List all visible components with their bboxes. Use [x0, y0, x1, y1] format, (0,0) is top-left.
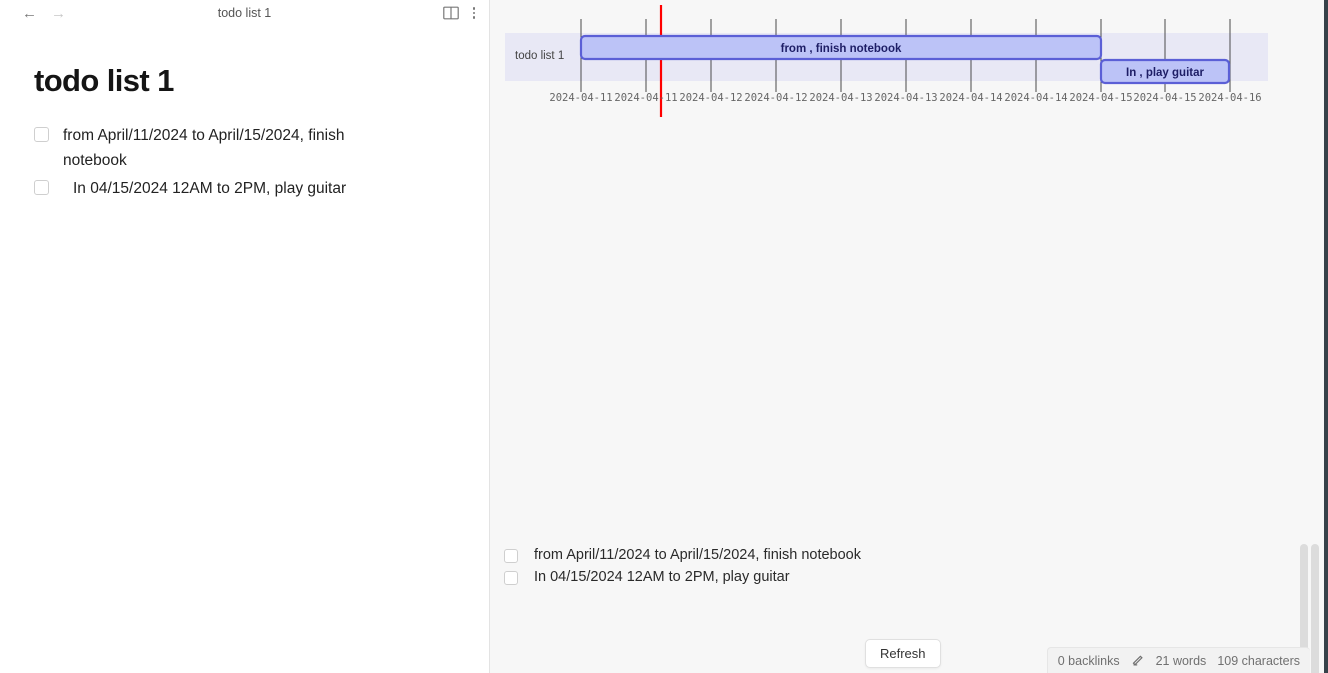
task-checkbox[interactable]	[504, 549, 518, 563]
right-preview-pane: todo list 1 from , finish notebook In , …	[490, 0, 1328, 673]
task-label: In 04/15/2024 12AM to 2PM, play guitar	[73, 180, 347, 198]
task-checkbox[interactable]	[34, 180, 49, 196]
book-icon[interactable]	[442, 6, 459, 20]
gantt-chart: todo list 1 from , finish notebook In , …	[490, 0, 1310, 140]
gantt-axis-ticks: 2024-04-11 2024-04-11 2024-04-12 2024-04…	[549, 92, 1261, 104]
list-item[interactable]: In 04/15/2024 12AM to 2PM, play guitar	[34, 177, 453, 201]
forward-arrow-icon[interactable]: →	[51, 6, 66, 21]
left-pane-tab-title: todo list 1	[217, 6, 272, 20]
axis-tick-label: 2024-04-14	[939, 92, 1002, 104]
left-editor-pane: ← → todo list 1 todo list 1 from April/1…	[0, 0, 490, 673]
more-options-icon[interactable]	[472, 7, 475, 19]
refresh-button[interactable]: Refresh	[865, 639, 941, 668]
gantt-bar-label-1: from , finish notebook	[781, 43, 902, 55]
axis-tick-label: 2024-04-11	[614, 92, 677, 104]
axis-tick-label: 2024-04-11	[549, 92, 612, 104]
task-label: from April/11/2024 to April/15/2024, fin…	[534, 547, 862, 564]
axis-tick-label: 2024-04-13	[874, 92, 937, 104]
left-pane-header: ← → todo list 1	[0, 0, 489, 26]
axis-tick-label: 2024-04-14	[1004, 92, 1067, 104]
backlinks-count[interactable]: 0 backlinks	[1058, 654, 1120, 668]
task-label: In 04/15/2024 12AM to 2PM, play guitar	[534, 569, 790, 586]
gantt-svg: todo list 1 from , finish notebook In , …	[505, 5, 1268, 117]
list-item[interactable]: from April/11/2024 to April/15/2024, fin…	[504, 545, 861, 567]
axis-tick-label: 2024-04-16	[1198, 92, 1261, 104]
task-label: from April/11/2024 to April/15/2024, fin…	[63, 127, 345, 169]
embedded-task-list: from April/11/2024 to April/15/2024, fin…	[504, 545, 861, 589]
task-list: from April/11/2024 to April/15/2024, fin…	[34, 124, 453, 201]
list-item[interactable]: from April/11/2024 to April/15/2024, fin…	[34, 124, 453, 173]
gantt-bar-label-2: In , play guitar	[1126, 67, 1204, 79]
gantt-section-label: todo list 1	[515, 50, 564, 62]
document-body: todo list 1 from April/11/2024 to April/…	[0, 26, 489, 202]
list-item[interactable]: In 04/15/2024 12AM to 2PM, play guitar	[504, 567, 861, 589]
task-checkbox[interactable]	[504, 571, 518, 585]
navigation-arrows: ← →	[22, 6, 66, 21]
axis-tick-label: 2024-04-13	[809, 92, 872, 104]
character-count: 109 characters	[1217, 653, 1300, 668]
pencil-icon[interactable]	[1131, 652, 1145, 669]
axis-tick-label: 2024-04-12	[679, 92, 742, 104]
word-count: 21 words	[1155, 653, 1207, 668]
task-checkbox[interactable]	[34, 127, 49, 143]
status-bar: 0 backlinks 21 words 109 characters	[1046, 647, 1310, 673]
axis-tick-label: 2024-04-15	[1133, 92, 1196, 104]
app-window: ← → todo list 1 todo list 1 from April/1…	[0, 0, 1328, 673]
inner-scrollbar[interactable]	[1300, 544, 1308, 652]
pane-scrollbar[interactable]	[1311, 544, 1319, 673]
axis-tick-label: 2024-04-15	[1069, 92, 1132, 104]
back-arrow-icon[interactable]: ←	[22, 6, 37, 21]
axis-tick-label: 2024-04-12	[744, 92, 807, 104]
page-title: todo list 1	[34, 63, 174, 98]
header-actions	[442, 0, 475, 26]
window-right-edge	[1324, 0, 1328, 673]
